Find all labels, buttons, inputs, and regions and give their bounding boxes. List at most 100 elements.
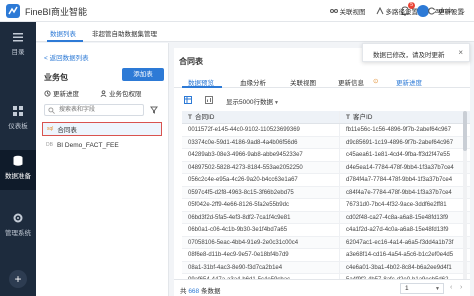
sql-tag: sql [47,126,54,132]
contract-id-cell: 06bd3f2d-5fa5-4ef3-8df2-7ca1f4c9e81 [182,211,340,223]
business-package-panel: < 返回数据列表 业务包 添加表 更新进度 业务包权限 sql 合同表 DB B… [36,43,169,296]
section-title: 业务包 [44,73,68,82]
content-tabs: 数据预览 血缘分析 关联视图 更新信息 ⊙ 更新进度 [174,74,470,88]
grid-footer: 共 668 条数据 1 ▼ ‹ › [174,279,470,296]
table-row: 08a1-31bf-4ac3-8e90-f3d7ca2b1e4 c4e6a01-3… [182,261,470,274]
sidebar-item-label: 数据准备 [5,173,31,180]
customer-id-cell: d4e5ea14-7784-478f-9bb4-1f3a37b7ce4 [346,164,454,171]
contract-id-cell: 05f042e-2ff9-4e66-8126-5fa2e55b9dc [182,199,340,211]
table-item-selected[interactable]: sql 合同表 [42,122,162,136]
customer-id-cell: fb11e56c-1c56-4896-9f7b-2abef64c967 [346,127,451,133]
table-content-panel: 合同表 数据预览 血缘分析 关联视图 更新信息 ⊙ 更新进度 显示5000行数据… [174,48,470,296]
customer-id-cell: a3e68f14-cd16-4a54-a5c6-b1c2ef0e4d5 [346,252,454,258]
user-icon [100,89,107,97]
column-header[interactable]: T 合同ID [182,111,340,123]
tab-data-list[interactable]: 数据列表 [50,28,76,38]
multi-path-button[interactable]: 多路径设置 [376,6,418,16]
app-title: FineBI商业智能 [25,7,88,17]
database-icon [13,155,23,166]
sidebar-item-data-prep[interactable]: 数据准备 [0,150,36,190]
text-type-icon: T [346,113,350,121]
sidebar-item-catalog[interactable]: 目录 [0,26,36,66]
customer-id-cell: d784f4a7-7784-478f-9bb4-1f3a37b7ce4 [346,177,453,183]
rows-count-dropdown[interactable]: 显示5000行数据▼ [226,96,279,106]
tab-update-info[interactable]: 更新信息 [338,77,364,87]
contract-id-cell: 0011572f-e145-44c0-9102-110523699369 [182,124,340,136]
update-progress-button[interactable]: 更新进度 [44,88,79,98]
add-table-button[interactable]: 添加表 [122,68,164,81]
relation-view-button[interactable]: 关联视图 [329,6,366,16]
total-prefix: 共 [180,288,187,295]
rows-count-label: 显示5000行数据 [226,99,273,106]
vertical-scrollbar[interactable] [463,111,467,279]
update-settings-button[interactable]: 更新设置 [428,6,464,16]
total-count-text: 共 668 条数据 [180,285,220,295]
gear-icon [13,213,23,223]
contract-id-cell: 08f6e8-d11b-4ec9-9e57-0e18bf4b7d9 [182,249,340,261]
back-to-data-list-link[interactable]: < 返回数据列表 [44,52,89,62]
table-row: 0597c4f5-d2f8-4963-8c15-3f66b2ebd75 c84f4… [182,186,470,199]
dashboard-icon [13,106,23,116]
filter-icon[interactable] [150,106,158,114]
table-row: 06b0a1-c06-4c1b-9b30-3e1f4bd7a65 c4a1f2d-… [182,224,470,237]
path-icon [376,7,383,15]
table-item[interactable]: DB BI Demo_FACT_FEE [42,138,162,152]
view-toolbar: 显示5000行数据▼ [174,93,470,107]
contract-id-cell: 04897502-5828-4273-8184-553ae2052250 [182,161,340,173]
page-select[interactable]: 1 ▼ [400,283,444,294]
customer-id-cell: cd02f48-ca27-4c8a-a6a8-15e48fd13f9 [346,214,449,221]
relation-view-label: 关联视图 [339,9,366,16]
table-name: 合同表 [57,127,77,134]
customer-id-cell: c4e6a01-3ba1-4b02-8c84-b6a2ee9d4f1 [346,264,452,271]
sidebar-item-label: 仪表板 [8,123,28,130]
close-icon[interactable]: × [458,48,463,57]
scrollbar-thumb[interactable] [463,111,467,151]
grid-body: 0011572f-e145-44c0-9102-110523699369 fb11… [182,124,470,279]
column-name: 合同ID [194,113,215,121]
table-row: 056c2c4e-e95a-4c26-9a20-b4cc63e1a67 d784f… [182,174,470,187]
table-row: 06bd3f2d-5fa5-4ef3-8df2-7ca1f4c9e81 cd02f… [182,211,470,224]
contract-id-cell: 06b0a1-c06-4c1b-9b30-3e1f4bd7a65 [182,224,340,236]
notification-toast: 数据已修改，请及时更新 × [362,43,470,62]
tab-update-progress[interactable]: 更新进度 [396,77,422,87]
sidebar-item-label: 目录 [11,49,25,56]
chevron-down-icon: ▼ [273,100,279,106]
tab-self-service-datasets[interactable]: 非超管自助数据集管理 [92,28,157,38]
total-suffix: 条数据 [200,288,221,295]
contract-id-cell: 07058106-5eac-4bb4-91e9-2e0c31c00c4 [182,236,340,248]
contract-id-cell: 08a1-31bf-4ac3-8e90-f3d7ca2b1e4 [182,261,340,273]
search-input[interactable] [44,104,144,116]
subtabs-bar: 数据列表 非超管自助数据集管理 关联视图 多路径设置 更新设置 [36,7,474,42]
package-permission-button[interactable]: 业务包权限 [100,88,142,98]
package-permission-label: 业务包权限 [109,91,142,98]
tab-relation-view[interactable]: 关联视图 [290,77,316,87]
app-logo [6,4,20,18]
table-row: 0011572f-e145-44c0-9102-110523699369 fb11… [182,124,470,137]
grid-header: T 合同ID T 客户ID [182,111,470,124]
total-count: 668 [188,288,200,295]
chart-view-icon[interactable] [205,96,213,104]
sidebar-item-dashboard[interactable]: 仪表板 [0,100,36,140]
main-sidebar: 目录 仪表板 数据准备 管理系统 + [0,22,36,296]
customer-id-cell: 62047ac1-ec16-4a14-a6a5-f3dd4a1b73f [346,239,454,246]
sidebar-item-label: 管理系统 [5,230,31,237]
chevron-down-icon: ▼ [435,286,440,292]
db-tag: DB [46,142,53,148]
tab-lineage[interactable]: 血缘分析 [240,77,266,87]
column-header[interactable]: T 客户ID [340,111,470,123]
add-icon[interactable]: + [9,270,27,288]
toolbar: 关联视图 多路径设置 更新设置 [329,6,464,16]
update-progress-label: 更新进度 [53,91,79,98]
table-name: BI Demo_FACT_FEE [56,141,119,149]
sidebar-item-admin[interactable]: 管理系统 [0,207,36,247]
info-badge-icon: ⊙ [373,78,379,85]
clock-icon [44,89,51,97]
next-page-button[interactable]: › [460,284,462,291]
customer-id-cell: 76731d0-7bc4-4f32-9ace-3ddf6e2ff81 [346,202,447,208]
contract-id-cell: 0597c4f5-d2f8-4963-8c15-3f66b2ebd75 [182,186,340,198]
prev-page-button[interactable]: ‹ [450,284,452,291]
page-number: 1 [405,285,409,292]
table-row: 05f042e-2ff9-4e66-8126-5fa2e55b9dc 76731d… [182,199,470,212]
grid-view-icon[interactable] [184,96,192,104]
table-row: 07058106-5eac-4bb4-91e9-2e0c31c00c4 62047… [182,236,470,249]
